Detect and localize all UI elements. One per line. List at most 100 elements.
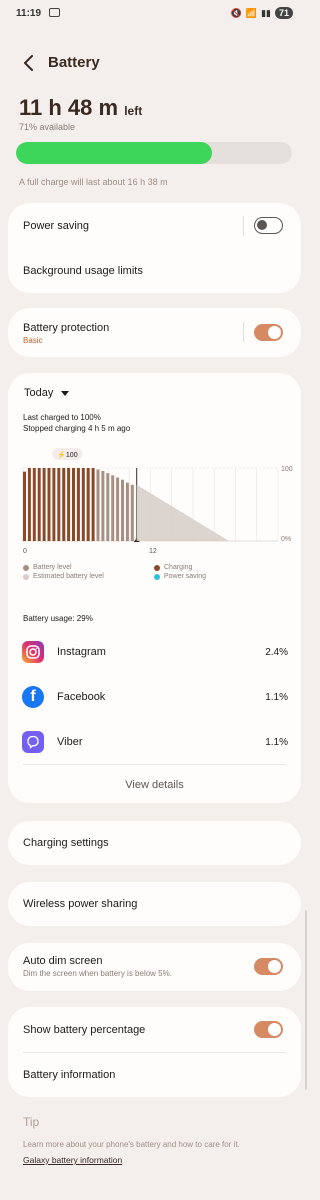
mute-icon: 🔇 [230,7,242,18]
app-row-facebook[interactable]: f Facebook 1.1% [22,684,288,710]
charging-bar [72,468,75,541]
protection-card: Battery protection Basic [8,308,301,357]
divider [23,1052,286,1053]
divider [243,322,244,342]
status-icons: 🔇 📶 ▮▮ 71 [231,7,293,19]
power-card: Power saving Background usage limits [8,203,301,293]
battery-level-bar [96,469,100,541]
battery-level-bar [130,484,134,541]
battery-protection-toggle[interactable] [254,324,283,341]
app-header: Battery [0,48,309,78]
instagram-icon [22,641,44,663]
app-name: Facebook [57,691,106,703]
auto-dim-label: Auto dim screen [23,955,103,967]
wireless-sharing-label: Wireless power sharing [23,898,138,910]
charging-bar [91,468,95,541]
app-percent: 1.1% [265,691,288,703]
charge-bubble-label: ⚡100 [57,450,78,459]
back-button[interactable] [18,52,40,74]
show-percentage-toggle[interactable] [254,1021,283,1038]
charging-bar [32,468,36,541]
wifi-icon: 📶 [245,7,258,18]
legend-battery-level: Battery level [23,564,72,571]
facebook-icon: f [22,686,44,708]
back-arrow-icon [24,55,33,71]
protection-mode: Basic [23,336,43,345]
divider [23,764,286,765]
stopped-charging: Stopped charging 4 h 5 m ago [23,424,131,433]
x-tick-label: 12 [149,548,157,555]
charging-bar [57,468,61,541]
y-tick-label: 100 [281,466,293,473]
full-charge-note: A full charge will last about 16 h 38 m [19,177,168,187]
battery-progress-bar [16,142,292,164]
y-tick-label: 0% [281,536,291,543]
power-saving-item[interactable]: Power saving [23,220,89,232]
usage-card: Today Last charged to 100% Stopped charg… [8,373,301,803]
background-limits-label: Background usage limits [23,265,143,277]
charging-bar [67,468,71,541]
auto-dim-toggle[interactable] [254,958,283,975]
battery-progress-fill [16,142,212,164]
divider [243,216,244,236]
app-percent: 1.1% [265,736,288,748]
time-left: 11 h 48 m left [19,95,142,121]
auto-dim-item[interactable]: Auto dim screen Dim the screen when batt… [23,955,172,978]
time-left-value: 11 h 48 m [19,95,119,120]
display-card: Show battery percentage Battery informat… [8,1007,301,1097]
background-limits-item[interactable]: Background usage limits [23,265,143,277]
show-percentage-item[interactable]: Show battery percentage [23,1024,145,1036]
power-saving-label: Power saving [23,220,90,232]
screenshot-icon [49,8,60,17]
charging-bar [62,468,66,541]
charging-bar [23,471,26,541]
signal-icon: ▮▮ [261,7,271,18]
app-name: Instagram [57,646,106,658]
power-saving-toggle[interactable] [254,217,283,234]
tip-title: Tip [23,1115,40,1129]
app-row-instagram[interactable]: Instagram 2.4% [22,639,288,665]
scrollbar[interactable] [305,910,307,1090]
viber-icon [22,731,44,753]
battery-usage-total: Battery usage: 29% [23,614,93,623]
status-bar: 11:19 🔇 📶 ▮▮ 71 [0,0,309,28]
period-dropdown[interactable]: Today [24,387,70,399]
charging-bar [81,468,85,541]
view-details-button[interactable]: View details [8,779,301,791]
battery-level-bar [116,477,120,541]
charging-settings-label: Charging settings [23,837,109,849]
chevron-down-icon [61,390,70,396]
wireless-sharing-card[interactable]: Wireless power sharing [8,882,301,926]
charging-bar [76,468,80,541]
battery-level-bar [106,473,110,541]
auto-dim-card: Auto dim screen Dim the screen when batt… [8,943,301,991]
time-left-suffix: left [124,104,143,118]
charging-bar [37,468,41,541]
charging-settings-card[interactable]: Charging settings [8,821,301,865]
battery-status-icon: 71 [274,7,293,19]
tip-text: Learn more about your phone's battery an… [23,1140,240,1149]
battery-level-bar [111,475,115,541]
legend-power-saving: Power saving [154,573,206,580]
battery-chart: ⚡100 0 12 100 0% [22,448,293,555]
charging-bar [47,468,51,541]
legend-estimated: Estimated battery level [23,573,104,580]
chart-bars [23,468,229,542]
show-percentage-label: Show battery percentage [23,1024,146,1036]
status-time: 11:19 [16,8,42,19]
app-row-viber[interactable]: Viber 1.1% [22,729,288,755]
battery-level-bar [125,482,129,541]
app-percent: 2.4% [265,646,288,658]
battery-information-label: Battery information [23,1069,116,1081]
period-label: Today [24,387,54,399]
legend-charging: Charging [154,564,192,571]
galaxy-battery-link[interactable]: Galaxy battery information [23,1155,122,1165]
battery-protection-item[interactable]: Battery protection Basic [23,322,109,345]
last-charged: Last charged to 100% [23,413,101,422]
charging-bar [86,468,90,541]
battery-level-bar [121,479,124,541]
charge-info: Last charged to 100% Stopped charging 4 … [23,412,130,434]
battery-protection-label: Battery protection [23,322,110,334]
charging-bar [27,468,31,541]
battery-information-item[interactable]: Battery information [23,1069,115,1081]
